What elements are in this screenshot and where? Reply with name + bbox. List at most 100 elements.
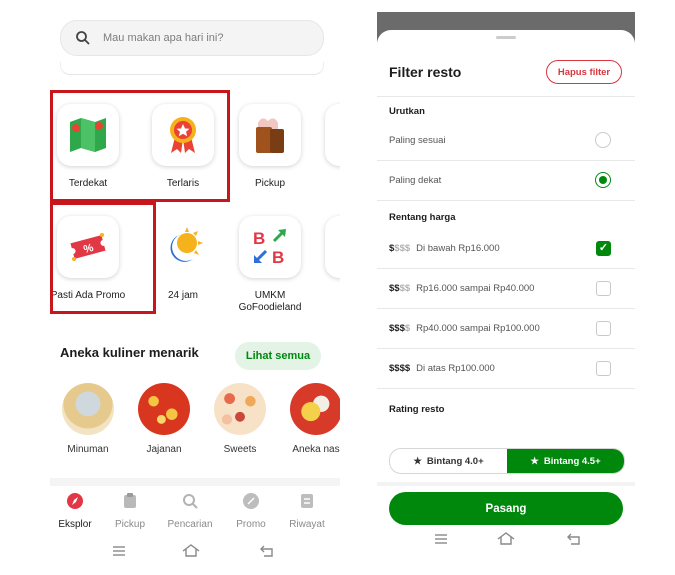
- food-image: [138, 383, 190, 435]
- option-label: Bintang 4.0+: [426, 455, 484, 467]
- checkbox-unchecked[interactable]: [596, 320, 611, 336]
- food-item-aneka-nasi[interactable]: Aneka nas: [282, 383, 340, 455]
- checkbox-checked[interactable]: ✓: [596, 240, 611, 256]
- price-level: $$$$: [389, 283, 410, 294]
- category-label: UMKM GoFoodieland: [238, 290, 302, 313]
- svg-text:B: B: [253, 229, 265, 248]
- category-umkm-gofoodieland[interactable]: B B UMKM GoFoodieland: [230, 216, 310, 314]
- bag-icon: [256, 118, 284, 153]
- divider: [377, 482, 635, 486]
- divider: [377, 160, 635, 161]
- option-label: Bintang 4.5+: [543, 455, 601, 467]
- filter-screen: Filter resto Hapus filter Urutkan Paling…: [377, 12, 635, 560]
- option-label: Paling dekat: [389, 174, 442, 186]
- drag-handle[interactable]: [496, 36, 516, 39]
- price-level: $$$$: [389, 323, 410, 334]
- checkbox-unchecked[interactable]: [596, 280, 611, 296]
- nav-eksplor[interactable]: Eksplor: [50, 492, 104, 530]
- bottom-divider: [50, 478, 340, 486]
- divider: [377, 200, 635, 201]
- category-label: M: [316, 178, 340, 190]
- search-input[interactable]: Mau makan apa hari ini?: [60, 20, 324, 56]
- rating-option-4-0[interactable]: ★ Bintang 4.0+: [390, 449, 507, 473]
- category-tile: [325, 104, 340, 166]
- food-item-jajanan[interactable]: Jajanan: [130, 383, 198, 455]
- price-level: $$$$: [389, 243, 410, 254]
- sort-option-paling-sesuai[interactable]: Paling sesuai: [389, 130, 623, 150]
- divider: [377, 308, 635, 309]
- option-label: Paling sesuai: [389, 134, 446, 146]
- nav-pickup[interactable]: Pickup: [101, 492, 159, 530]
- nav-promo[interactable]: Promo: [222, 492, 280, 530]
- category-more[interactable]: M: [316, 216, 340, 302]
- category-more[interactable]: M: [316, 104, 340, 190]
- star-icon: ★: [530, 455, 539, 467]
- sort-option-paling-dekat[interactable]: Paling dekat: [389, 170, 623, 190]
- nav-pencarian[interactable]: Pencarian: [161, 492, 219, 530]
- option-label: Rp40.000 sampai Rp100.000: [416, 322, 540, 334]
- food-item-sweets[interactable]: Sweets: [206, 383, 274, 455]
- home-system-icon[interactable]: [182, 543, 200, 557]
- pasang-button[interactable]: Pasang: [389, 492, 623, 525]
- food-item-minuman[interactable]: Minuman: [54, 383, 122, 455]
- category-label: M: [316, 290, 340, 302]
- search-placeholder: Mau makan apa hari ini?: [103, 32, 224, 44]
- highlight-box-terdekat-terlaris: [50, 90, 230, 202]
- filter-sheet: Filter resto Hapus filter Urutkan Paling…: [377, 30, 635, 560]
- nav-label: Pencarian: [167, 519, 213, 530]
- price-level-inactive: $$: [399, 282, 411, 294]
- sun-moon-icon: [170, 227, 203, 262]
- category-pickup[interactable]: Pickup: [230, 104, 310, 190]
- food-image: [290, 383, 340, 435]
- divider: [377, 348, 635, 349]
- category-tile: [152, 216, 214, 278]
- rentang-harga-label: Rentang harga: [389, 212, 456, 223]
- nav-riwayat[interactable]: Riwayat: [278, 492, 336, 530]
- category-tile: [239, 104, 301, 166]
- hapus-filter-button[interactable]: Hapus filter: [546, 60, 622, 84]
- promo-icon: [243, 493, 259, 509]
- radio-unselected[interactable]: [595, 132, 611, 148]
- price-level: $$$$: [389, 363, 410, 374]
- price-option-3[interactable]: $$$$ Rp40.000 sampai Rp100.000: [389, 318, 623, 338]
- home-system-icon[interactable]: [497, 531, 515, 545]
- nav-label: Eksplor: [58, 519, 92, 530]
- nav-label: Riwayat: [289, 519, 325, 530]
- star-icon: ★: [413, 455, 422, 467]
- price-level-inactive: $: [404, 322, 411, 334]
- urutkan-label: Urutkan: [389, 106, 425, 117]
- filter-title: Filter resto: [389, 64, 462, 80]
- svg-text:B: B: [272, 248, 284, 267]
- back-system-icon[interactable]: [260, 545, 276, 557]
- radio-selected[interactable]: [595, 172, 611, 188]
- explore-screen: Mau makan apa hari ini? Terdekat Terlari…: [50, 0, 340, 575]
- price-level-active: $$$$: [389, 362, 411, 374]
- food-label: Jajanan: [146, 444, 182, 455]
- food-label: Sweets: [223, 444, 257, 455]
- price-option-1[interactable]: $$$$ Di bawah Rp16.000 ✓: [389, 238, 623, 258]
- menu-system-icon[interactable]: [434, 533, 448, 545]
- category-tile: [325, 216, 340, 278]
- price-option-4[interactable]: $$$$ Di atas Rp100.000: [389, 358, 623, 378]
- nav-label: Promo: [236, 519, 266, 530]
- price-option-2[interactable]: $$$$ Rp16.000 sampai Rp40.000: [389, 278, 623, 298]
- divider: [377, 388, 635, 389]
- rating-resto-label: Rating resto: [389, 404, 445, 415]
- food-label: Minuman: [67, 444, 109, 455]
- divider: [377, 268, 635, 269]
- bb-logo-icon: B B: [253, 229, 286, 267]
- lihat-semua-button[interactable]: Lihat semua: [235, 342, 321, 370]
- search-icon: [183, 494, 198, 509]
- menu-system-icon[interactable]: [112, 545, 126, 557]
- option-label: Rp16.000 sampai Rp40.000: [416, 282, 535, 294]
- back-system-icon[interactable]: [567, 533, 583, 545]
- rating-option-4-5[interactable]: ★ Bintang 4.5+: [507, 449, 624, 473]
- food-image: [62, 383, 114, 435]
- food-image: [214, 383, 266, 435]
- category-label: Pickup: [254, 178, 285, 189]
- checkbox-unchecked[interactable]: [596, 360, 611, 376]
- section-title: Aneka kuliner menarik: [60, 345, 199, 360]
- nav-label: Pickup: [114, 519, 145, 530]
- compass-icon: [67, 493, 83, 509]
- price-level-active: $$: [389, 282, 400, 294]
